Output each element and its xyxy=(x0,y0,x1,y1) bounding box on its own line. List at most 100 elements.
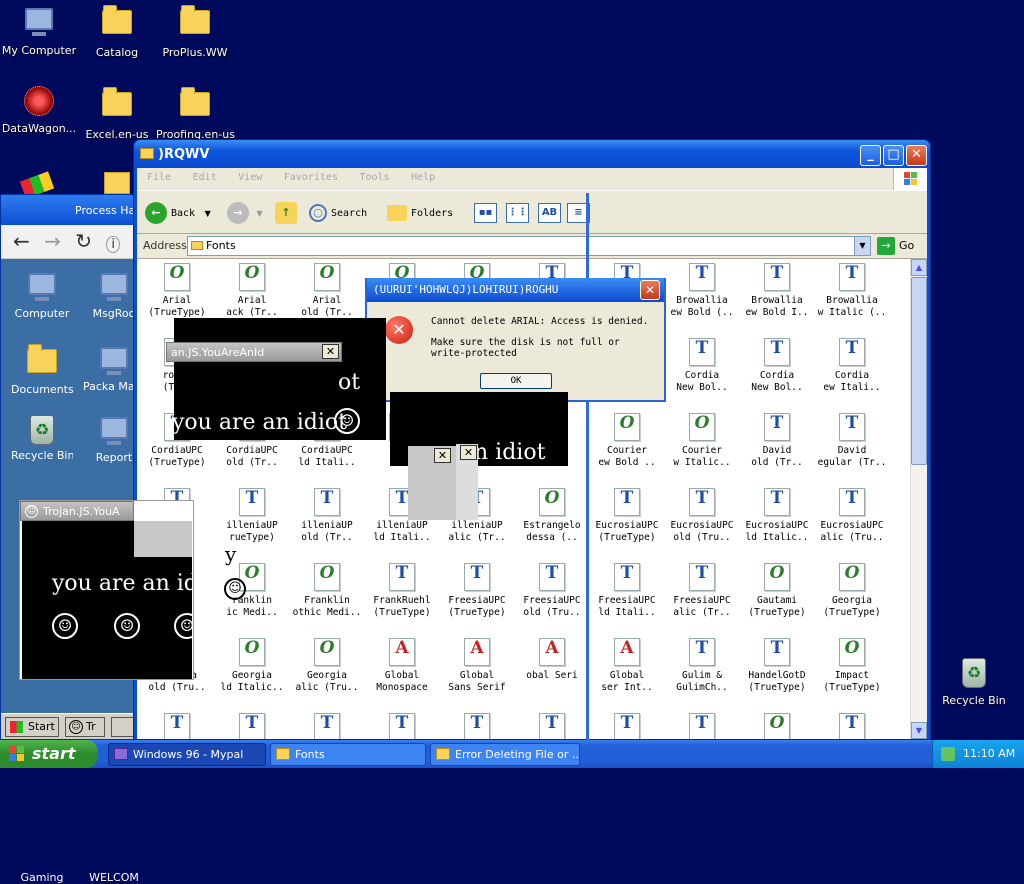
font-file-item[interactable]: T HandelGotD (TrueType) xyxy=(741,638,813,694)
font-file-item[interactable]: T David egular (Tr.. xyxy=(816,413,888,469)
font-file-item[interactable]: T xyxy=(816,713,888,739)
folders-button[interactable]: Folders xyxy=(387,200,453,226)
font-file-item[interactable]: T FrankRuehl (TrueType) xyxy=(366,563,438,619)
view-icons-button[interactable]: ⋮⋮ xyxy=(506,203,529,223)
font-file-item[interactable]: T xyxy=(216,713,288,739)
font-file-item[interactable]: A Global Sans Serif xyxy=(441,638,513,694)
font-file-item[interactable]: T xyxy=(516,713,588,739)
back-arrow-icon[interactable]: ← xyxy=(13,229,30,253)
desktop-icon-datawagon[interactable]: DataWagon... xyxy=(0,86,78,135)
minimize-button[interactable]: _ xyxy=(860,145,881,166)
font-file-item[interactable]: TilleniaUP old (Tr.. xyxy=(291,488,363,544)
font-file-item[interactable]: O Franklin othic Medi.. xyxy=(291,563,363,619)
address-input[interactable]: Fonts ▼ xyxy=(187,236,871,256)
font-file-item[interactable]: O Arial ack (Tr.. xyxy=(216,263,288,319)
chevron-down-icon[interactable]: ▼ xyxy=(854,237,870,255)
font-file-item[interactable]: A Global Monospace xyxy=(366,638,438,694)
nested-task-item-2[interactable] xyxy=(111,717,135,737)
nested-icon-gaming[interactable]: Gaming xyxy=(11,871,73,884)
font-file-item[interactable]: T xyxy=(441,713,513,739)
search-button[interactable]: ○ Search xyxy=(309,200,367,226)
menu-edit[interactable]: Edit xyxy=(183,168,225,183)
font-file-item[interactable]: Aobal Seri xyxy=(516,638,588,682)
trojan-popup-a[interactable]: ot you are an idiot ☺ xyxy=(174,318,386,440)
back-button[interactable]: ← Back ▼ xyxy=(145,200,211,226)
ok-button[interactable]: OK xyxy=(480,373,552,389)
font-file-item[interactable]: T Cordia New Bol.. xyxy=(666,338,738,394)
view-list-button[interactable]: AB xyxy=(538,203,561,223)
font-file-item[interactable]: T FreesiaUPC old (Tru.. xyxy=(516,563,588,619)
font-file-item[interactable]: O Impact (TrueType) xyxy=(816,638,888,694)
scroll-thumb[interactable] xyxy=(911,277,927,465)
font-file-item[interactable]: T xyxy=(291,713,363,739)
font-file-item[interactable]: T Browallia w Italic (.. xyxy=(816,263,888,319)
desktop-icon-catalog[interactable]: Catalog xyxy=(78,4,156,59)
menu-favorites[interactable]: Favorites xyxy=(274,168,346,183)
menu-file[interactable]: File xyxy=(137,168,179,183)
font-file-item[interactable]: T FreesiaUPC ld Itali.. xyxy=(591,563,663,619)
close-button[interactable]: ✕ xyxy=(906,145,927,166)
nested-icon-recycle-bin[interactable]: ♻ Recycle Bin xyxy=(11,413,73,462)
font-file-item[interactable]: T xyxy=(666,713,738,739)
trojan-popup-c[interactable]: you are an idiot ☺ ☺ ☺ xyxy=(22,521,192,679)
font-file-item[interactable]: T Cordia New Bol.. xyxy=(741,338,813,394)
go-button[interactable]: → Go xyxy=(877,237,914,255)
font-file-item[interactable]: T Browallia ew Bold I.. xyxy=(741,263,813,319)
desktop-icon-my-computer[interactable]: My Computer xyxy=(0,4,78,57)
font-file-item[interactable]: T xyxy=(591,713,663,739)
font-file-item[interactable]: T EucrosiaUPC ld Italic.. xyxy=(741,488,813,544)
nested-icon-documents[interactable]: Documents xyxy=(11,343,73,396)
desktop-icon-proplus[interactable]: ProPlus.WW xyxy=(156,4,234,59)
font-file-item[interactable]: A Global ser Int.. xyxy=(591,638,663,694)
start-button[interactable]: start xyxy=(0,740,98,768)
menu-help[interactable]: Help xyxy=(401,168,443,183)
app-icon[interactable] xyxy=(19,171,56,199)
font-file-item[interactable]: T FreesiaUPC alic (Tr.. xyxy=(666,563,738,619)
explorer-titlebar[interactable]: )RQWV _ □ ✕ xyxy=(134,140,930,168)
font-file-item[interactable]: T Browallia ew Bold (.. xyxy=(666,263,738,319)
close-button[interactable]: ✕ xyxy=(460,445,477,460)
font-file-item[interactable]: T xyxy=(366,713,438,739)
refresh-icon[interactable]: ↻ xyxy=(75,229,92,253)
font-file-item[interactable]: T Cordia ew Itali.. xyxy=(816,338,888,394)
font-file-item[interactable]: O Estrangelo dessa (.. xyxy=(516,488,588,544)
network-icon[interactable] xyxy=(941,747,955,761)
nested-start-button[interactable]: Start xyxy=(5,717,59,737)
menu-tools[interactable]: Tools xyxy=(349,168,397,183)
font-file-item[interactable]: T David old (Tr.. xyxy=(741,413,813,469)
info-icon[interactable]: i xyxy=(106,236,120,253)
taskbar-item-mypal[interactable]: Windows 96 - Mypal xyxy=(108,743,266,766)
font-file-item[interactable]: T EucrosiaUPC (TrueType) xyxy=(591,488,663,544)
forward-arrow-icon[interactable]: → xyxy=(44,229,61,253)
font-file-item[interactable]: O Gautami (TrueType) xyxy=(741,563,813,619)
folder-icon[interactable] xyxy=(104,172,130,194)
font-file-item[interactable]: T xyxy=(141,713,213,739)
trojan-titlebar-a[interactable]: an.JS.YouAreAnId xyxy=(166,342,342,362)
close-button[interactable]: ✕ xyxy=(322,344,339,359)
maximize-button[interactable]: □ xyxy=(883,145,904,166)
font-file-item[interactable]: O Arial (TrueType) xyxy=(141,263,213,319)
font-file-item[interactable]: O Courier w Italic.. xyxy=(666,413,738,469)
taskbar-item-fonts[interactable]: Fonts xyxy=(270,743,426,766)
font-file-item[interactable]: T FreesiaUPC (TrueType) xyxy=(441,563,513,619)
nested-icon-computer[interactable]: Computer xyxy=(11,269,73,320)
close-button[interactable]: ✕ xyxy=(434,448,451,463)
scroll-down-icon[interactable]: ▼ xyxy=(911,722,927,739)
up-folder-button[interactable]: ↑ xyxy=(275,200,301,226)
desktop-icon-recycle-bin[interactable]: ♻ Recycle Bin xyxy=(935,656,1013,707)
trojan-titlebar-c[interactable]: ☺ Trojan.JS.YouA xyxy=(20,501,134,521)
forward-button[interactable]: → ▼ xyxy=(227,200,263,226)
nested-task-item[interactable]: ☺ Tr xyxy=(65,717,105,737)
desktop-icon-excel[interactable]: Excel.en-us xyxy=(78,86,156,141)
font-file-item[interactable]: T EucrosiaUPC alic (Tru.. xyxy=(816,488,888,544)
font-file-item[interactable]: O xyxy=(741,713,813,739)
close-button[interactable]: ✕ xyxy=(640,280,660,300)
error-dialog[interactable]: (UURUI'HOHWLQJ)LOHIRUI)ROGHU ✕ ✕ Cannot … xyxy=(365,278,666,402)
font-file-item[interactable]: O Georgia ld Italic.. xyxy=(216,638,288,694)
desktop-icon-proofing[interactable]: Proofing.en-us xyxy=(156,86,235,141)
menu-view[interactable]: View xyxy=(228,168,270,183)
font-file-item[interactable]: O Arial old (Tr.. xyxy=(291,263,363,319)
taskbar-item-error[interactable]: Error Deleting File or ... xyxy=(430,743,580,766)
font-file-item[interactable]: O Courier ew Bold .. xyxy=(591,413,663,469)
view-thumbnails-button[interactable]: ▪▪ xyxy=(474,203,497,223)
